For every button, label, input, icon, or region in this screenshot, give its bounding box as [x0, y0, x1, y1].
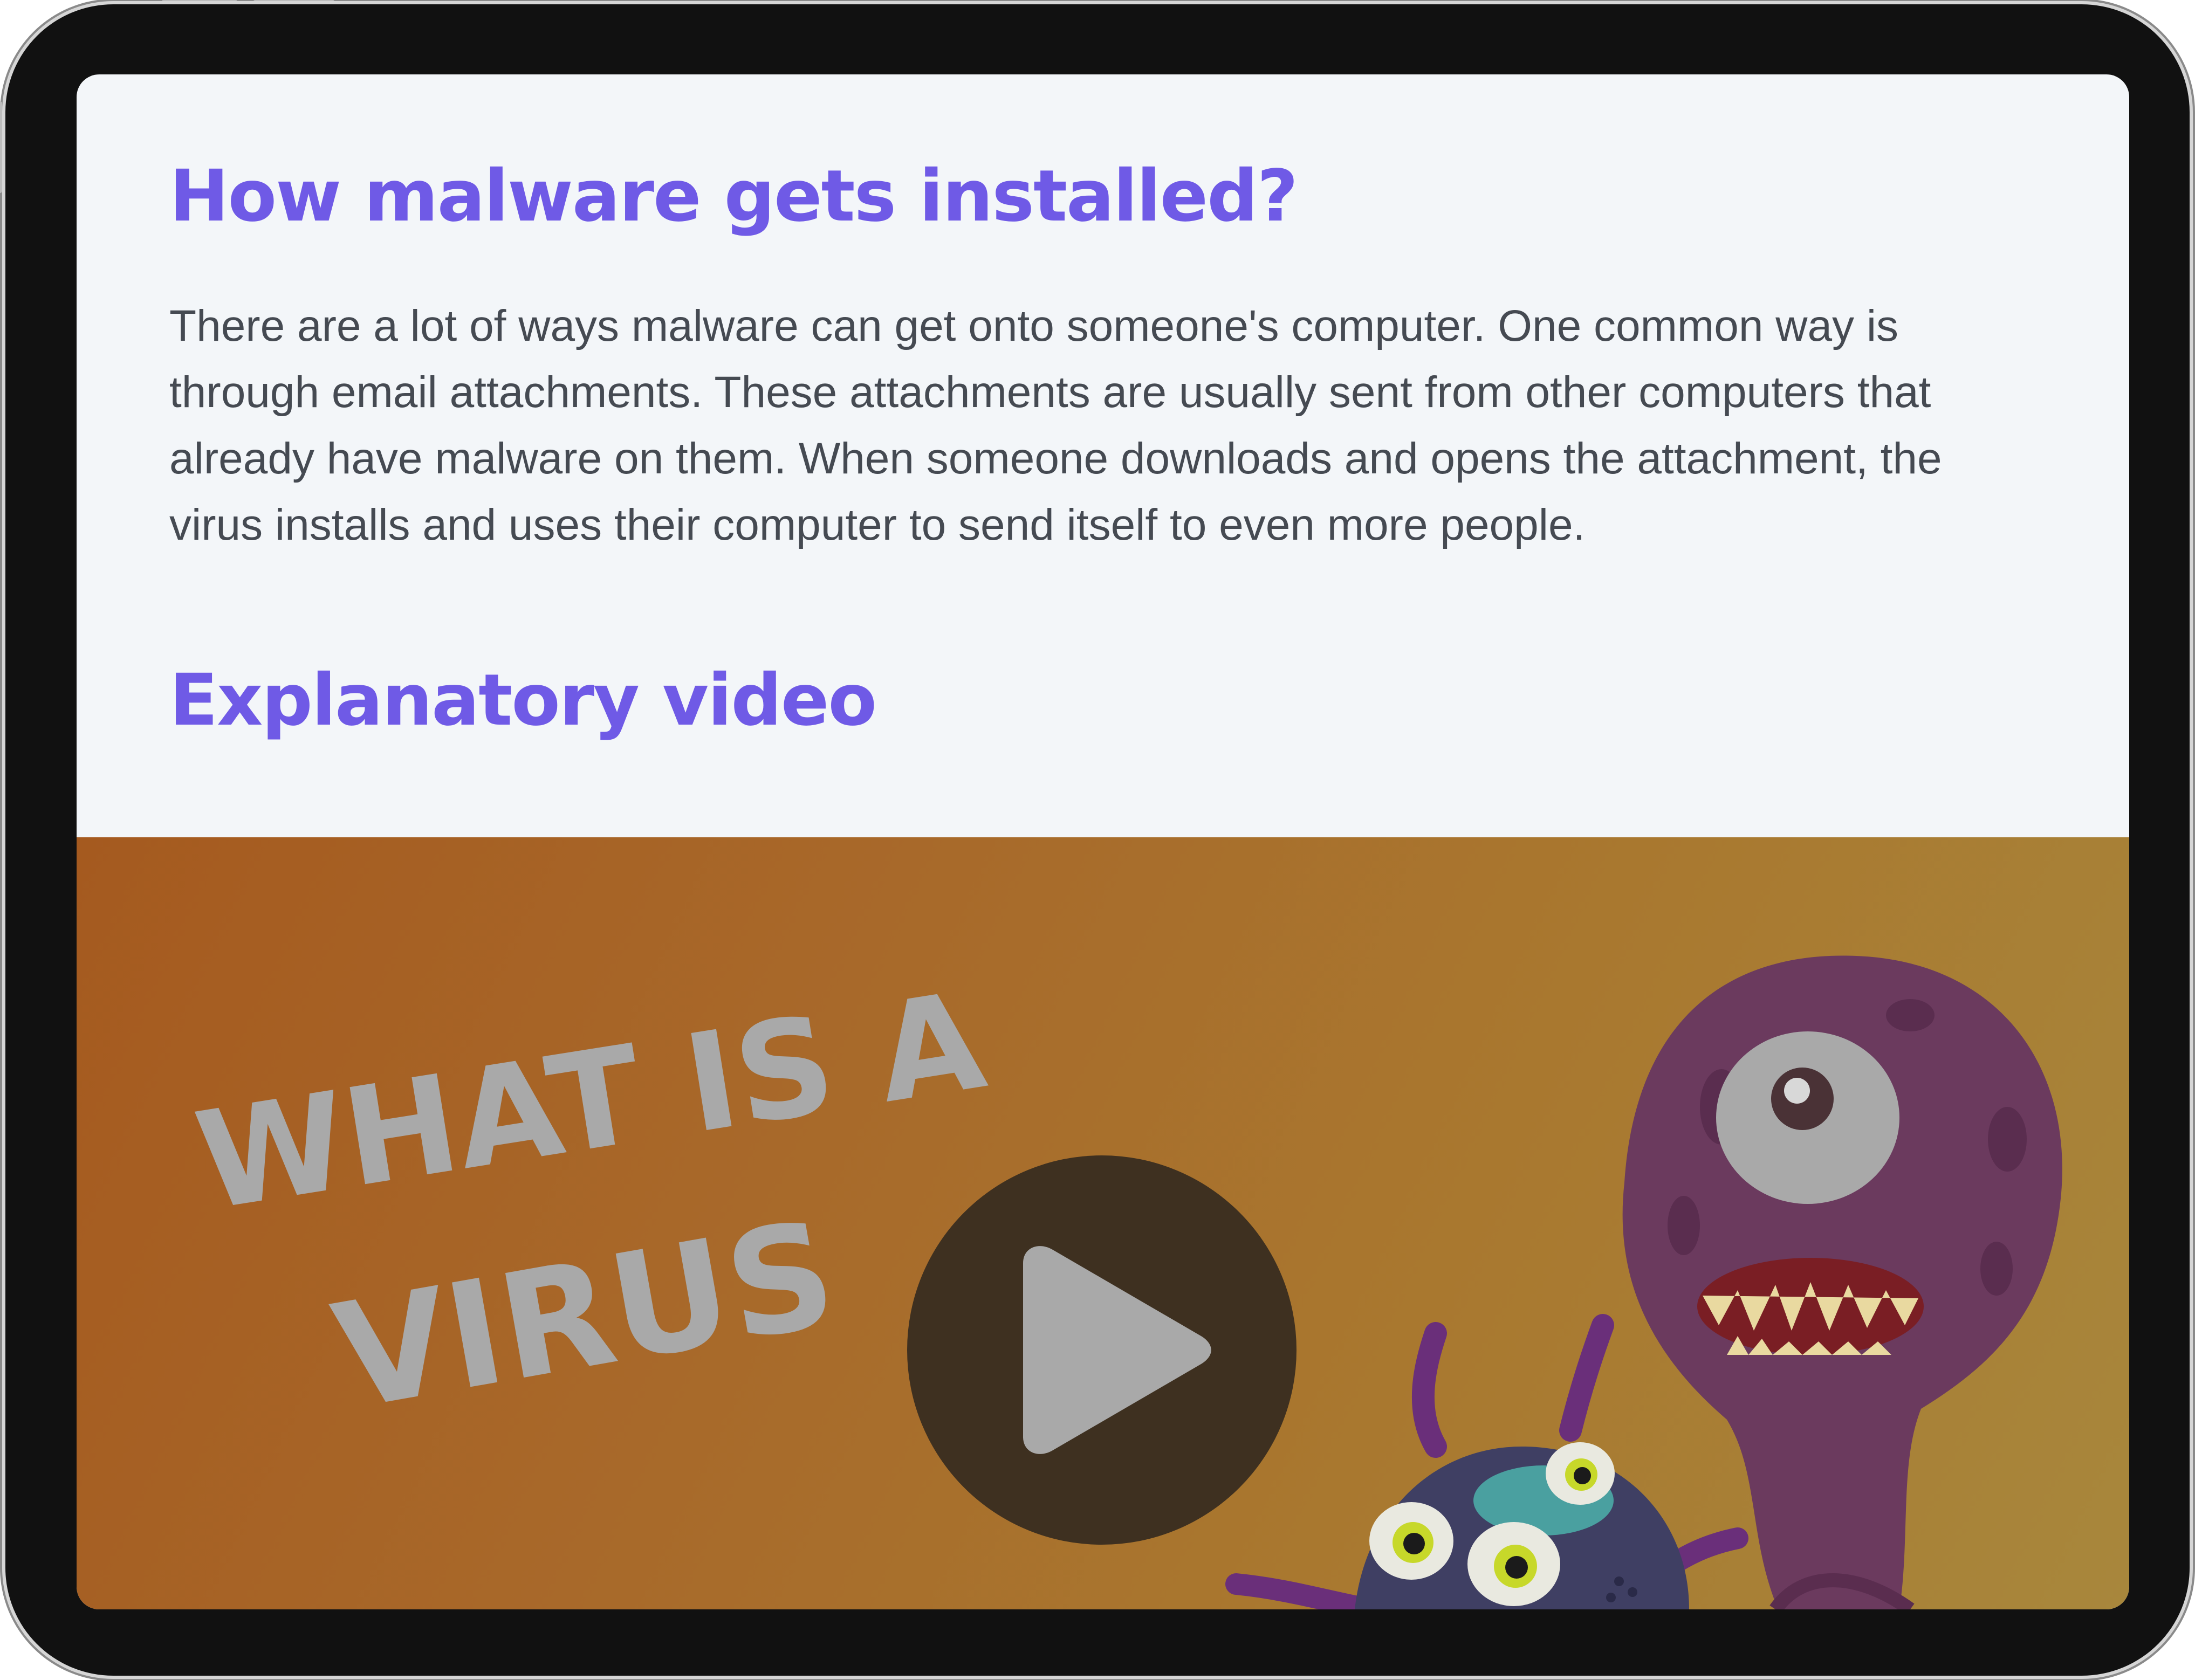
screen: How malware gets installed? There are a … [77, 74, 2129, 1609]
video-player[interactable]: WHAT IS A VIRUS [77, 837, 2129, 1609]
heading-malware-installation: How malware gets installed? [169, 155, 1298, 238]
article-paragraph: There are a lot of ways malware can get … [169, 301, 1942, 549]
tablet-frame: How malware gets installed? There are a … [0, 0, 2190, 1676]
heading-explanatory-video: Explanatory video [169, 659, 877, 742]
thumbnail-title: WHAT IS A VIRUS [187, 962, 994, 1443]
thumbnail-title-line1: WHAT IS A [187, 962, 994, 1241]
play-icon [1023, 1246, 1211, 1454]
volume-up-button [0, 101, 2, 193]
cyclops-monster-illustration [1622, 955, 2062, 1609]
horned-monster-illustration [1225, 1314, 1748, 1609]
top-button-2 [253, 0, 334, 1]
thumbnail-title-line2: VIRUS [323, 1188, 847, 1443]
top-button [162, 0, 237, 1]
play-button[interactable] [907, 1155, 1297, 1545]
